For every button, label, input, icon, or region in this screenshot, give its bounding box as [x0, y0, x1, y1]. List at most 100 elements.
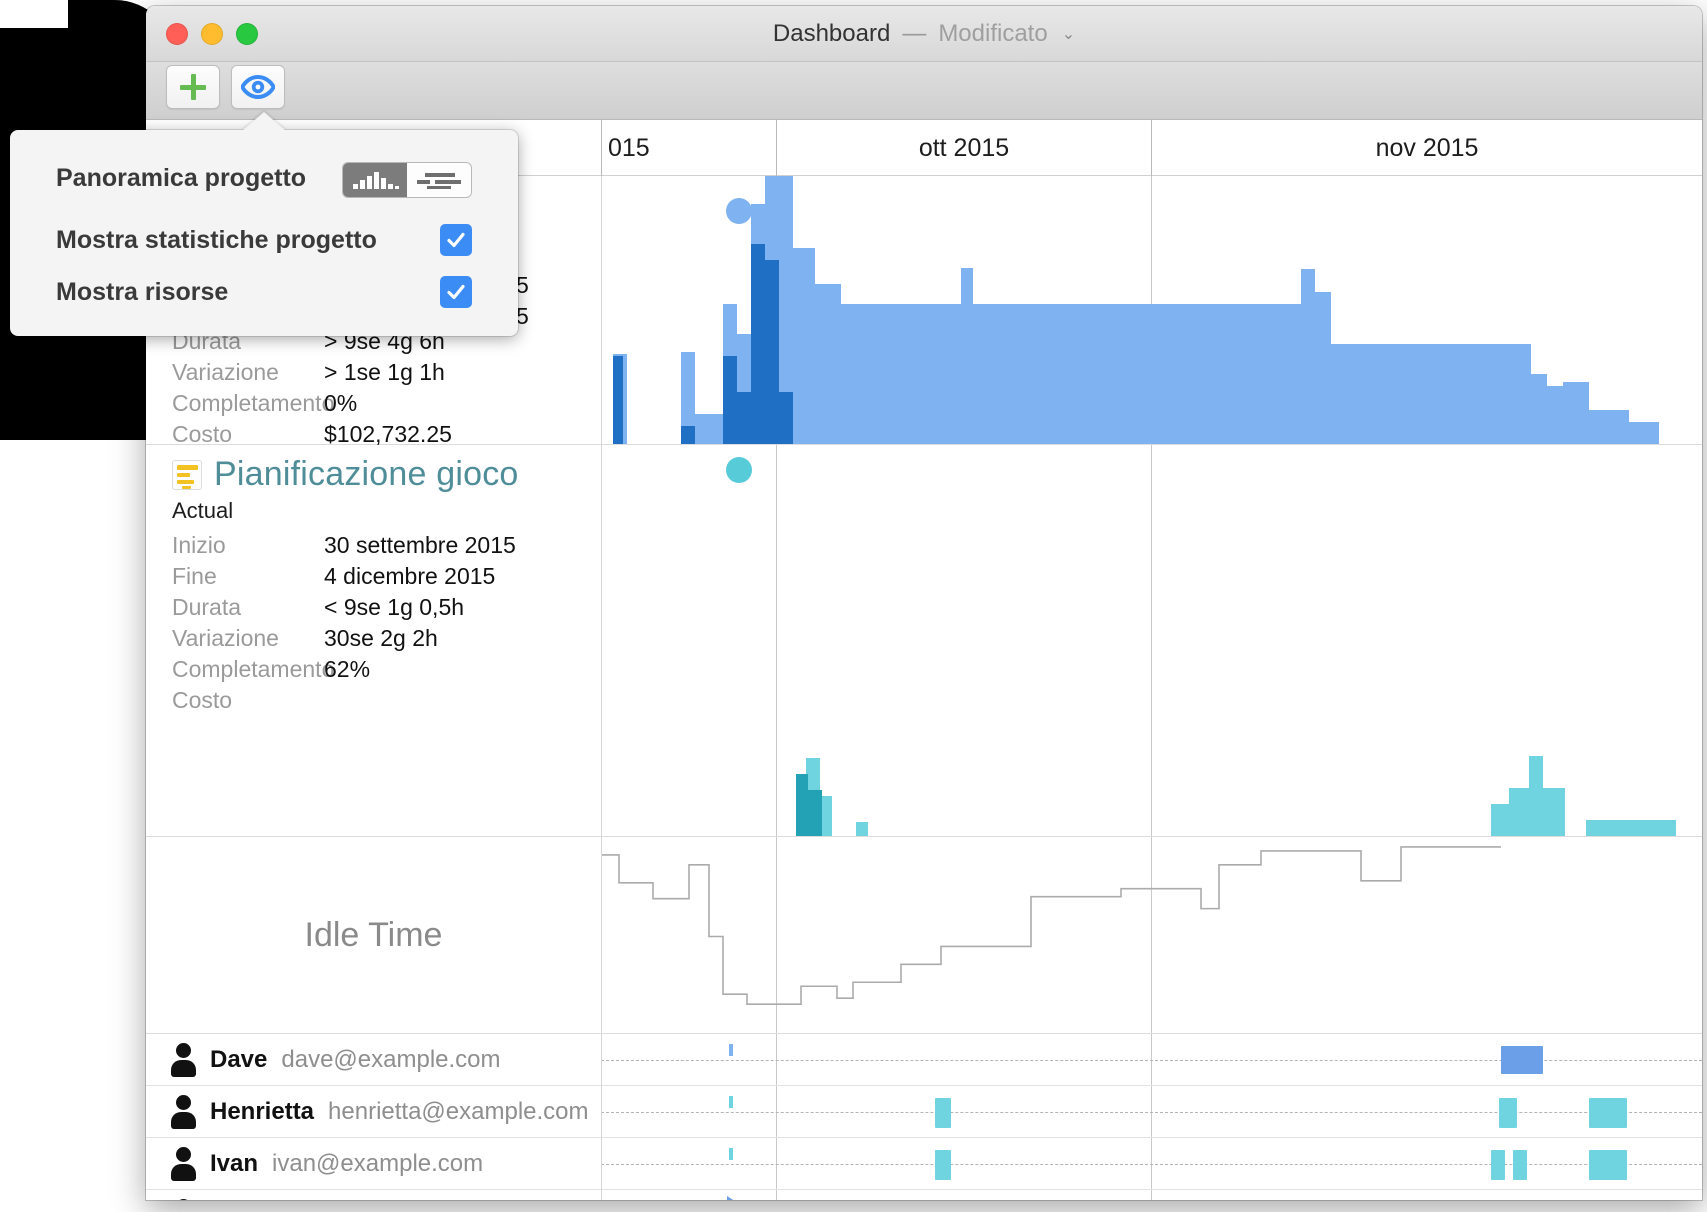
idle-time-row: Idle Time: [146, 837, 1702, 1034]
document-status: Modificato: [938, 20, 1048, 47]
chart-bar: [1509, 788, 1529, 836]
view-options-button[interactable]: [231, 65, 285, 109]
project-1-chart[interactable]: [601, 176, 1702, 444]
resource-chart: [601, 1190, 1702, 1200]
plus-icon: [180, 74, 206, 100]
project-1-stats: Durata > 9se 4g 6h Variazione > 1se 1g 1…: [146, 328, 601, 452]
resource-row[interactable]: Dave dave@example.com: [146, 1034, 1702, 1086]
checkmark-icon: [447, 284, 465, 300]
stat-key: Costo: [172, 421, 233, 447]
chart-bar: [1629, 422, 1659, 444]
chart-bar: [1491, 804, 1509, 836]
resource-marker: [729, 1148, 733, 1160]
milestone-icon: [727, 1196, 741, 1200]
popover-row-statistics[interactable]: Mostra statistiche progetto: [10, 214, 518, 266]
idle-time-label: Idle Time: [304, 915, 443, 954]
stat-value: 0%: [324, 390, 358, 416]
stat-row: Variazione 30se 2g 2h: [172, 625, 601, 656]
chart-bar: [1531, 374, 1547, 444]
project-1-bars: [601, 176, 1702, 444]
gantt-chart-icon: [417, 173, 461, 189]
chart-bar: [613, 356, 623, 444]
chart-bar: [1543, 788, 1565, 836]
stat-row: Durata < 9se 1g 0,5h: [172, 594, 601, 625]
popover-label: Mostra statistiche progetto: [56, 225, 377, 254]
chart-bar: [765, 260, 779, 444]
chart-bar: [1331, 344, 1531, 444]
popover-row-overview[interactable]: Panoramica progetto: [10, 152, 518, 204]
project-2-info: Pianificazione gioco Actual Inizio 30 se…: [146, 445, 601, 836]
resource-bar: [1501, 1046, 1543, 1074]
stat-row: Completamento 62%: [172, 656, 601, 687]
stat-key: Completamento: [172, 390, 335, 416]
stat-value: $102,732.25: [324, 421, 452, 447]
resource-row[interactable]: Ivan ivan@example.com: [146, 1138, 1702, 1190]
person-icon: [170, 1146, 196, 1181]
chart-bar: [737, 392, 751, 444]
chart-bar: [1081, 304, 1321, 444]
chart-bar: [856, 822, 868, 836]
resource-bar: [935, 1150, 951, 1180]
resource-baseline: [601, 1163, 1702, 1165]
chevron-down-icon[interactable]: ⌄: [1062, 24, 1075, 44]
chart-bar: [1589, 410, 1629, 444]
resource-marker: [729, 1096, 733, 1108]
resource-info: Ivan ivan@example.com: [146, 1138, 601, 1189]
eye-icon: [241, 75, 275, 99]
show-project-statistics-checkbox[interactable]: [440, 224, 472, 256]
chart-bar: [796, 774, 808, 836]
idle-time-path: [601, 847, 1501, 1004]
chart-bar: [1547, 386, 1563, 444]
resource-bar: [935, 1098, 951, 1128]
stat-row: Fine 4 dicembre 2015: [172, 563, 601, 594]
resource-baseline: [601, 1111, 1702, 1113]
idle-time-chart: [601, 837, 1702, 1033]
project-overview-segmented-control[interactable]: [342, 162, 472, 198]
project-2-stats: Inizio 30 settembre 2015 Fine 4 dicembre…: [146, 532, 601, 718]
resource-chart: [601, 1034, 1702, 1085]
timeline-month-2: nov 2015: [1151, 120, 1702, 176]
chart-bar: [1315, 292, 1331, 444]
info-chart-divider: [601, 176, 602, 1200]
stat-row: Completamento 0%: [172, 390, 601, 421]
chart-bar: [1586, 820, 1676, 836]
popover-label: Mostra risorse: [56, 277, 229, 306]
chart-bar: [793, 248, 815, 444]
person-icon: [170, 1042, 196, 1077]
window-title: Dashboard — Modificato ⌄: [146, 6, 1702, 62]
resource-chart: [601, 1138, 1702, 1189]
stat-key: Durata: [172, 594, 242, 620]
resource-row[interactable]: Henrietta henrietta@example.com: [146, 1086, 1702, 1138]
add-button[interactable]: [166, 65, 220, 109]
project-2-header: Pianificazione gioco: [146, 445, 601, 496]
segment-chart-option[interactable]: [343, 163, 407, 197]
stat-row: Variazione > 1se 1g 1h: [172, 359, 601, 390]
stat-key: Costo: [172, 687, 233, 713]
chart-bar: [751, 244, 765, 444]
stat-value: 30se 2g 2h: [324, 625, 438, 651]
chart-bar: [681, 426, 695, 444]
popover-row-resources[interactable]: Mostra risorse: [10, 266, 518, 318]
project-2-chart[interactable]: [601, 445, 1702, 836]
resource-email: dave@example.com: [281, 1045, 501, 1073]
project-row-2[interactable]: Pianificazione gioco Actual Inizio 30 se…: [146, 445, 1702, 837]
resource-bar: [1589, 1150, 1627, 1180]
resource-email: henrietta@example.com: [328, 1097, 589, 1125]
bar-chart-icon: [353, 172, 399, 189]
chart-bar: [815, 284, 841, 444]
chart-bar: [1529, 756, 1543, 836]
segment-gantt-option[interactable]: [407, 163, 471, 197]
show-resources-checkbox[interactable]: [440, 276, 472, 308]
chart-bar: [1563, 382, 1589, 444]
background-notch: [0, 0, 62, 22]
resource-row[interactable]: Jamal jamal@example.com: [146, 1190, 1702, 1200]
timeline-month-1: ott 2015: [776, 120, 1151, 176]
resource-info: Dave dave@example.com: [146, 1034, 601, 1085]
idle-time-line: [601, 837, 1702, 1033]
resource-info: Jamal jamal@example.com: [146, 1190, 601, 1200]
view-options-popover[interactable]: Panoramica progetto Mostra statistiche p…: [10, 112, 518, 336]
project-2-title: Pianificazione gioco: [214, 455, 519, 493]
stat-key: Completamento: [172, 656, 335, 682]
chart-bar: [695, 414, 723, 444]
page-title: Dashboard: [772, 20, 891, 47]
